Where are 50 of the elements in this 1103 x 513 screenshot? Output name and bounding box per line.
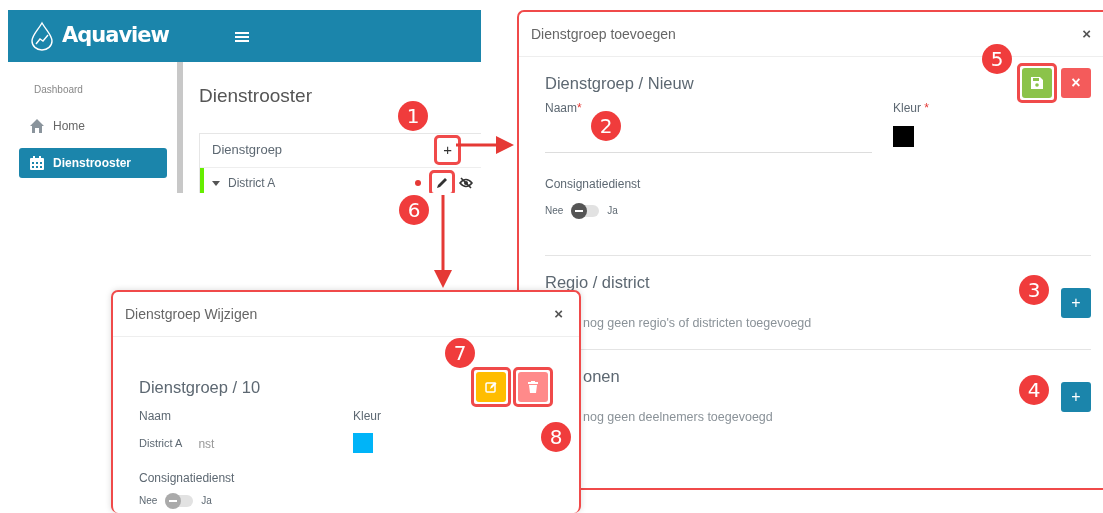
group-name: District A bbox=[228, 174, 277, 192]
toggle-switch[interactable] bbox=[165, 494, 194, 507]
calendar-icon bbox=[29, 155, 45, 171]
section-heading: Dienstgroep / 10 bbox=[139, 376, 262, 398]
save-button[interactable] bbox=[1022, 68, 1052, 98]
toggle-on-label: Ja bbox=[607, 204, 618, 218]
sidebar-item[interactable]: Home bbox=[19, 111, 167, 141]
field-label: Naam bbox=[139, 408, 172, 425]
droplet-logo-icon bbox=[30, 21, 54, 51]
field-label: Kleur * bbox=[893, 100, 930, 117]
edit-icon bbox=[485, 381, 497, 393]
toggle-off-label: Nee bbox=[545, 204, 564, 218]
toggle-on-label: Ja bbox=[201, 494, 212, 508]
menu-icon[interactable] bbox=[234, 31, 249, 44]
house-icon bbox=[29, 118, 45, 134]
field-value: nst bbox=[198, 436, 215, 453]
field-value: District A bbox=[139, 436, 183, 451]
close-button[interactable]: × bbox=[550, 304, 567, 324]
close-button[interactable]: × bbox=[1078, 24, 1095, 44]
panel-title: Dienstgroep bbox=[212, 141, 284, 160]
arrow bbox=[456, 136, 514, 154]
brand-name: Aquaview bbox=[62, 22, 169, 50]
add-button[interactable]: + bbox=[1061, 381, 1091, 412]
cancel-button[interactable]: × bbox=[1061, 68, 1091, 98]
callout-badge: 6 bbox=[399, 195, 429, 225]
dialog-title: Dienstgroep Wijzigen bbox=[125, 304, 259, 324]
color-swatch[interactable] bbox=[353, 433, 373, 453]
empty-message: nog geen deelnemers toegevoegd bbox=[583, 408, 774, 426]
toggle-label: Consignatiedienst bbox=[139, 470, 236, 487]
page-title: Dienstrooster bbox=[199, 84, 313, 108]
empty-message: nog geen regio's of districten toegevoegd bbox=[583, 315, 813, 332]
field-label: Naam* bbox=[545, 100, 583, 117]
section-heading: Regio / district bbox=[545, 272, 650, 293]
status-dot-icon bbox=[415, 179, 421, 186]
toggle-switch[interactable] bbox=[571, 204, 600, 217]
eye-slash-icon bbox=[459, 176, 473, 189]
toggle-off-label: Nee bbox=[139, 494, 158, 508]
section-heading: onen bbox=[583, 365, 620, 387]
sidebar-section-label: Dashboard bbox=[33, 83, 84, 97]
edit-button[interactable] bbox=[476, 372, 506, 402]
trash-icon bbox=[528, 381, 538, 393]
color-swatch[interactable] bbox=[893, 126, 914, 147]
sidebar-item[interactable]: Dienstrooster bbox=[19, 148, 167, 178]
add-button[interactable]: + bbox=[1061, 288, 1091, 318]
field-label: Kleur bbox=[353, 408, 381, 425]
caret-down-icon bbox=[212, 178, 220, 187]
delete-button[interactable] bbox=[518, 372, 548, 402]
dialog-title: Dienstgroep toevoegen bbox=[531, 24, 677, 44]
toggle-label: Consignatiedienst bbox=[545, 176, 642, 193]
section-heading: Dienstgroep / Nieuw bbox=[545, 73, 695, 94]
